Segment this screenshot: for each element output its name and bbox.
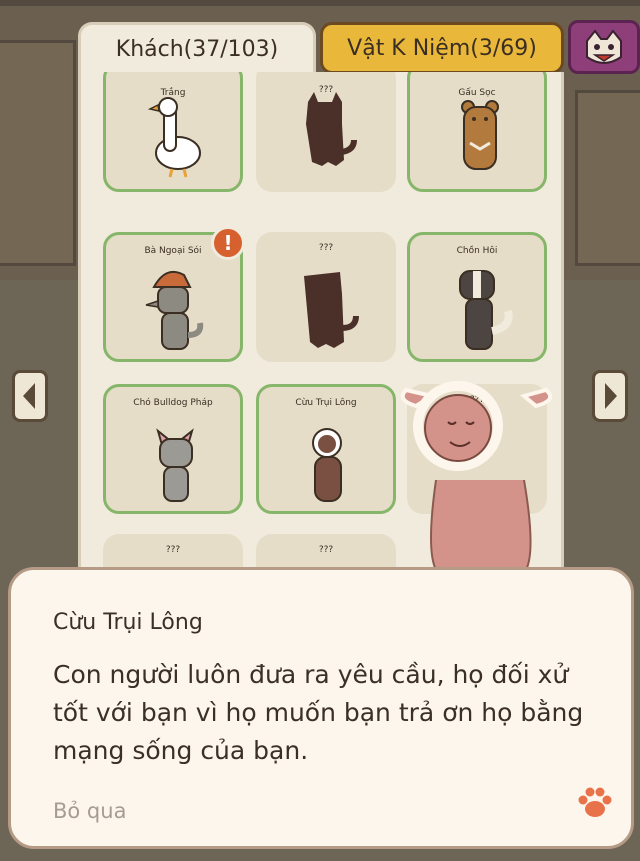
guest-card-badger[interactable]: Chồn Hôi	[407, 232, 547, 362]
chevron-left-icon	[23, 383, 35, 409]
guest-card-bear[interactable]: Gấu Sọc	[407, 72, 547, 192]
previous-page-button[interactable]	[12, 370, 48, 422]
dog-silhouette-icon	[306, 92, 357, 166]
bulldog-icon	[156, 428, 194, 502]
speaking-sheep-character	[400, 381, 553, 570]
skip-button[interactable]: Bỏ qua	[53, 799, 126, 823]
dialogue-box[interactable]: Cừu Trụi Lông Con người luôn đưa ra yêu …	[8, 567, 634, 849]
guest-card-bulldog[interactable]: Chó Bulldog Pháp	[103, 384, 243, 514]
dialogue-message: Con người luôn đưa ra yêu cầu, họ đối xử…	[53, 660, 584, 765]
paw-icon[interactable]	[575, 784, 615, 820]
new-info-alert-icon[interactable]: !	[211, 226, 245, 260]
badger-icon	[459, 270, 513, 350]
guest-card-sheep[interactable]: Cừu Trụi Lông	[256, 384, 396, 514]
guest-card-name: ???	[318, 545, 334, 555]
chevron-right-icon	[605, 383, 617, 409]
sheep-icon	[312, 428, 342, 502]
tab-guests-label: Khách(37/103)	[115, 37, 279, 62]
tab-guests[interactable]: Khách(37/103)	[78, 22, 316, 74]
bear-icon	[461, 100, 499, 170]
tab-souvenirs-label: Vật K Niệm(3/69)	[347, 35, 537, 61]
guest-card-unknown[interactable]: ???	[256, 232, 396, 362]
tab-souvenirs[interactable]: Vật K Niệm(3/69)	[320, 22, 564, 74]
monster-face-icon[interactable]	[568, 20, 640, 74]
guest-card-unknown[interactable]: ???	[256, 72, 396, 192]
guest-card-name: ???	[165, 545, 181, 555]
guest-card-goose[interactable]: Trắng	[103, 72, 243, 192]
dog-silhouette-icon	[304, 272, 359, 348]
next-page-button[interactable]	[592, 370, 628, 422]
goose-icon	[147, 97, 201, 178]
speaker-name: Cừu Trụi Lông	[53, 610, 203, 635]
